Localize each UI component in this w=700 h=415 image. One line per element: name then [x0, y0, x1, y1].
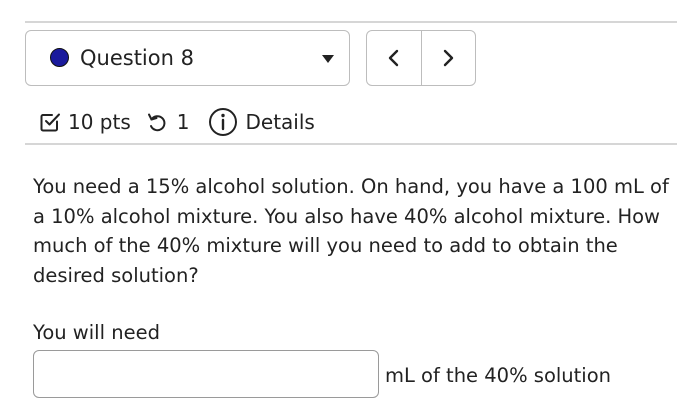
top-divider: [25, 21, 677, 23]
retry-icon: [145, 110, 169, 134]
chevron-left-icon: [388, 49, 398, 67]
question-selector-dropdown[interactable]: Question 8: [25, 30, 350, 86]
attempts-item: 1: [145, 110, 190, 134]
chevron-right-icon: [444, 49, 454, 67]
caret-down-icon: [322, 55, 334, 63]
answer-prompt: You will need: [33, 321, 160, 344]
info-icon: [208, 107, 238, 137]
attempts-text: 1: [176, 110, 190, 134]
points-item: 10 pts: [38, 110, 131, 134]
answer-input[interactable]: [33, 350, 379, 398]
question-status-dot: [50, 48, 69, 67]
points-text: 10 pts: [68, 110, 131, 134]
answer-unit-label: mL of the 40% solution: [385, 364, 612, 387]
question-selector-label: Question 8: [80, 46, 194, 70]
checkbox-icon: [38, 110, 62, 134]
question-navigation: [366, 30, 476, 86]
details-text: Details: [245, 110, 315, 134]
next-question-button[interactable]: [420, 31, 476, 85]
question-meta-row: 10 pts 1 Details: [38, 104, 315, 140]
meta-divider: [25, 143, 677, 145]
previous-question-button[interactable]: [367, 31, 421, 85]
details-toggle[interactable]: Details: [208, 107, 315, 137]
question-text: You need a 15% alcohol solution. On hand…: [33, 175, 669, 287]
